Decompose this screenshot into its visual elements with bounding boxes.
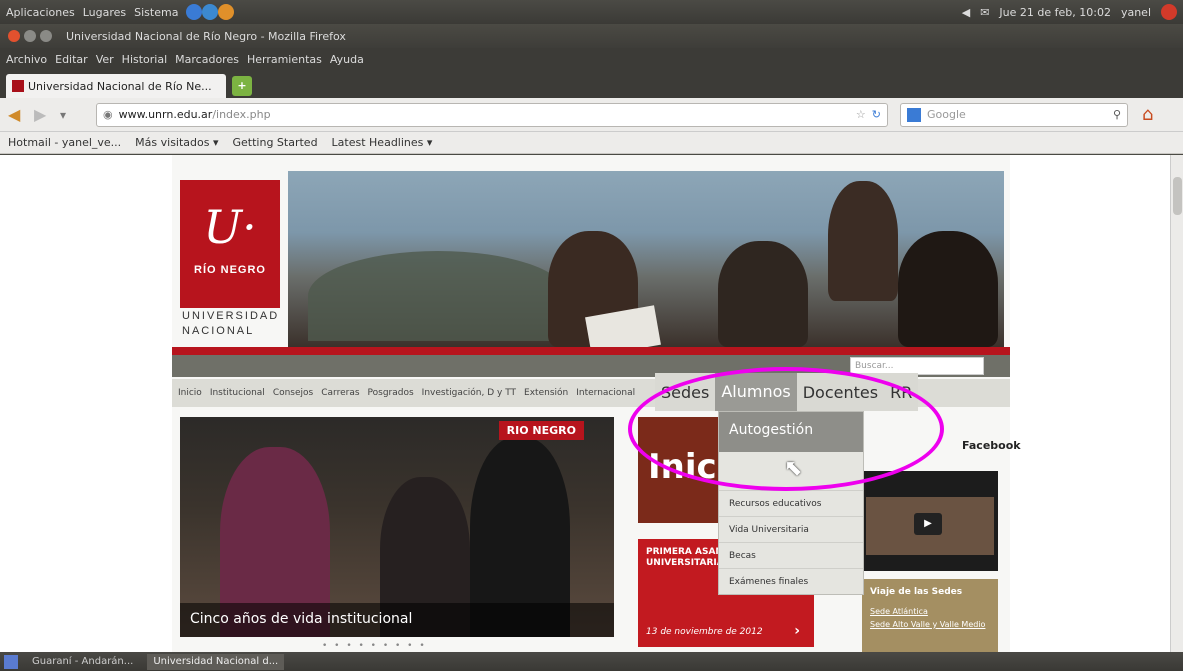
- forward-icon[interactable]: ▶: [34, 105, 60, 124]
- search-placeholder: Google: [927, 108, 966, 121]
- site-identity-icon[interactable]: ◉: [103, 108, 113, 121]
- nav-institucional[interactable]: Institucional: [210, 388, 265, 398]
- applications-menu[interactable]: Aplicaciones: [6, 6, 75, 19]
- sedes-box: Viaje de las Sedes Sede Atlántica Sede A…: [862, 579, 998, 652]
- browser-menubar: Archivo Editar Ver Historial Marcadores …: [0, 48, 1183, 70]
- magenta-highlight-ellipse: [628, 367, 944, 491]
- close-window-button[interactable]: [8, 30, 20, 42]
- sedes-link-atlantica[interactable]: Sede Atlántica: [870, 607, 990, 616]
- new-tab-button[interactable]: +: [232, 76, 252, 96]
- system-top-panel: Aplicaciones Lugares Sistema ◀ ✉ Jue 21 …: [0, 0, 1183, 24]
- dropdown-becas[interactable]: Becas: [719, 542, 863, 568]
- menu-historial[interactable]: Historial: [122, 53, 167, 66]
- nav-extension[interactable]: Extensión: [524, 388, 568, 398]
- history-dropdown-icon[interactable]: ▾: [60, 108, 86, 122]
- bookmark-most-visited[interactable]: Más visitados ▾: [135, 136, 218, 149]
- bookmark-hotmail[interactable]: Hotmail - yanel_ve...: [8, 136, 121, 149]
- video-player[interactable]: ▶: [862, 471, 998, 571]
- logo-nacional: NACIONAL: [182, 325, 255, 337]
- bookmark-star-icon[interactable]: ☆: [856, 108, 866, 121]
- header-banner-image: [288, 171, 1004, 347]
- bottom-taskbar: Guaraní - Andarán... Universidad Naciona…: [0, 652, 1183, 671]
- home-icon[interactable]: ⌂: [1142, 104, 1153, 125]
- bookmark-latest-headlines[interactable]: Latest Headlines ▾: [332, 136, 433, 149]
- vertical-scrollbar[interactable]: [1170, 155, 1183, 652]
- tab-label: Universidad Nacional de Río Ne...: [28, 79, 212, 93]
- nav-inicio[interactable]: Inicio: [178, 388, 202, 398]
- reload-icon[interactable]: ↻: [872, 108, 881, 121]
- tab-unrn[interactable]: Universidad Nacional de Río Ne...: [6, 74, 226, 98]
- clock[interactable]: Jue 21 de feb, 10:02: [999, 6, 1111, 19]
- url-host: www.unrn.edu.ar: [118, 108, 213, 121]
- facebook-label[interactable]: Facebook: [962, 439, 1021, 452]
- menu-ver[interactable]: Ver: [96, 53, 114, 66]
- tab-bar: Universidad Nacional de Río Ne... +: [0, 70, 1183, 98]
- nav-consejos[interactable]: Consejos: [273, 388, 313, 398]
- menu-herramientas[interactable]: Herramientas: [247, 53, 322, 66]
- minimize-window-button[interactable]: [24, 30, 36, 42]
- chevron-right-icon[interactable]: ›: [794, 623, 800, 639]
- hero-slideshow[interactable]: RIO NEGRO Cinco años de vida institucion…: [180, 417, 614, 637]
- asamblea-date: 13 de noviembre de 2012: [646, 627, 763, 637]
- web-content: U· RÍO NEGRO UNIVERSIDAD NACIONAL Buscar…: [0, 155, 1170, 652]
- hero-rio-negro-label: RIO NEGRO: [498, 421, 584, 440]
- system-menu[interactable]: Sistema: [134, 6, 178, 19]
- menu-archivo[interactable]: Archivo: [6, 53, 47, 66]
- logo-u: U·: [203, 200, 257, 254]
- places-menu[interactable]: Lugares: [83, 6, 126, 19]
- slideshow-pager[interactable]: • • • • • • • • •: [322, 641, 427, 651]
- red-divider: [172, 347, 1010, 355]
- logo-rio-negro: RÍO NEGRO: [194, 264, 266, 276]
- nav-posgrados[interactable]: Posgrados: [368, 388, 414, 398]
- task-guarani[interactable]: Guaraní - Andarán...: [26, 654, 139, 670]
- favicon-icon: [12, 80, 24, 92]
- nav-internacional[interactable]: Internacional: [576, 388, 635, 398]
- firefox-launcher-icon[interactable]: [186, 4, 203, 20]
- dropdown-examenes[interactable]: Exámenes finales: [719, 568, 863, 594]
- menu-editar[interactable]: Editar: [55, 53, 88, 66]
- scrollbar-thumb[interactable]: [1173, 177, 1182, 215]
- dropdown-vida-universitaria[interactable]: Vida Universitaria: [719, 516, 863, 542]
- menu-ayuda[interactable]: Ayuda: [330, 53, 364, 66]
- web-search-input[interactable]: Google ⚲: [900, 102, 1128, 127]
- sedes-link-alto-valle[interactable]: Sede Alto Valle y Valle Medio: [870, 620, 990, 629]
- bookmarks-toolbar: Hotmail - yanel_ve... Más visitados ▾ Ge…: [0, 132, 1183, 154]
- user-menu[interactable]: yanel: [1121, 6, 1151, 19]
- search-icon[interactable]: ⚲: [1113, 108, 1121, 121]
- window-title: Universidad Nacional de Río Negro - Mozi…: [66, 29, 346, 43]
- help-launcher-icon[interactable]: [202, 4, 219, 20]
- task-unrn[interactable]: Universidad Nacional d...: [147, 653, 285, 670]
- power-icon[interactable]: [1161, 4, 1177, 20]
- mail-icon[interactable]: ✉: [980, 6, 989, 19]
- chrome-launcher-icon[interactable]: [218, 4, 235, 20]
- nav-carreras[interactable]: Carreras: [321, 388, 359, 398]
- window-titlebar: Universidad Nacional de Río Negro - Mozi…: [0, 24, 1183, 48]
- bookmark-getting-started[interactable]: Getting Started: [233, 136, 318, 149]
- nav-investigacion[interactable]: Investigación, D y TT: [422, 388, 516, 398]
- logo-universidad: UNIVERSIDAD: [182, 310, 280, 322]
- show-desktop-icon[interactable]: [4, 654, 18, 669]
- maximize-window-button[interactable]: [40, 30, 52, 42]
- play-icon[interactable]: ▶: [914, 513, 942, 535]
- url-path: /index.php: [212, 108, 271, 121]
- navigation-toolbar: ◀ ▶ ▾ ◉ www.unrn.edu.ar /index.php ☆ ↻ G…: [0, 98, 1183, 132]
- search-engine-icon[interactable]: [907, 107, 921, 122]
- menu-marcadores[interactable]: Marcadores: [175, 53, 239, 66]
- sedes-heading: Viaje de las Sedes: [870, 587, 963, 597]
- hero-caption[interactable]: Cinco años de vida institucional: [180, 603, 614, 637]
- back-icon[interactable]: ◀: [8, 105, 34, 124]
- dropdown-recursos[interactable]: Recursos educativos: [719, 490, 863, 516]
- volume-icon[interactable]: ◀: [962, 6, 970, 19]
- url-bar[interactable]: ◉ www.unrn.edu.ar /index.php ☆ ↻: [96, 102, 888, 127]
- unrn-logo[interactable]: U· RÍO NEGRO UNIVERSIDAD NACIONAL: [180, 180, 280, 340]
